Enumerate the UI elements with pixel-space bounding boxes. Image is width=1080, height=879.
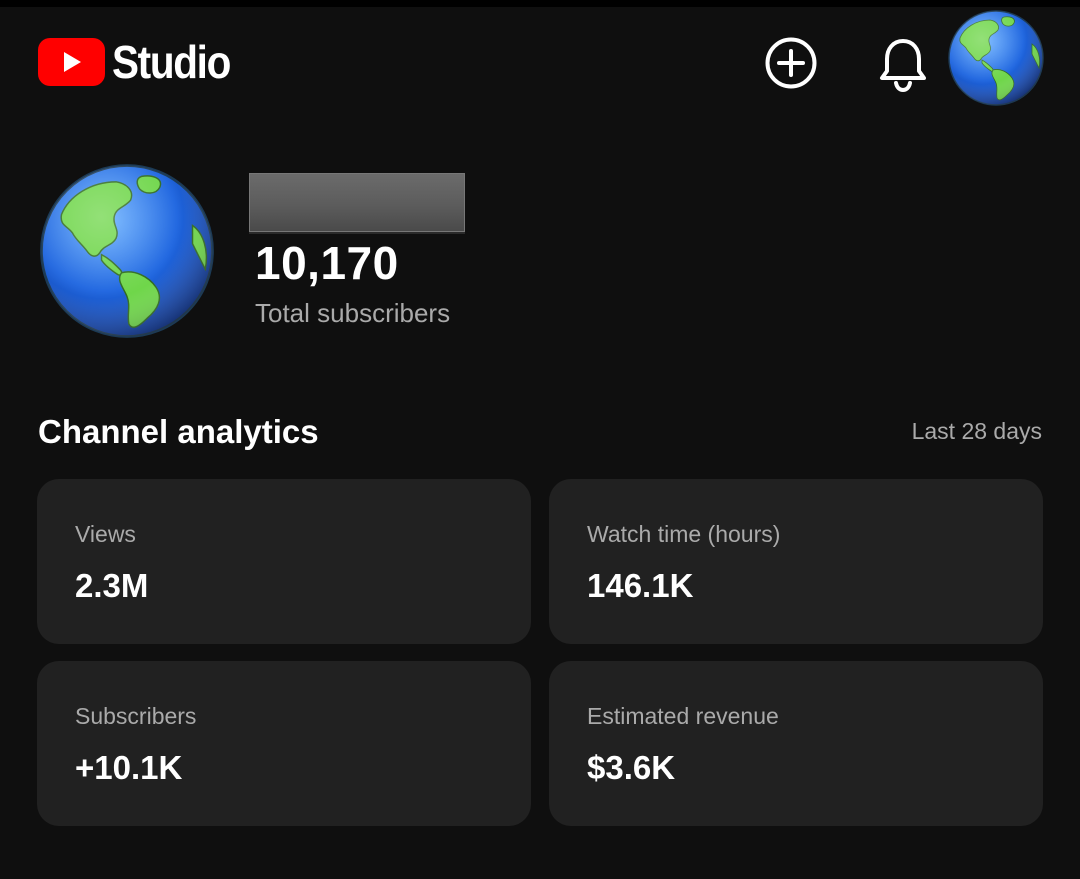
app-header: Studio [0, 7, 1080, 119]
total-subscriber-count: 10,170 [255, 237, 399, 289]
total-subscriber-label: Total subscribers [255, 298, 451, 328]
studio-logo[interactable]: Studio [38, 38, 246, 86]
card-label: Subscribers [75, 703, 197, 729]
card-label: Watch time (hours) [587, 521, 781, 547]
card-value: 146.1K [587, 567, 694, 604]
analytics-date-range[interactable]: Last 28 days [912, 416, 1042, 446]
estimated-revenue-card[interactable]: Estimated revenue $3.6K [549, 661, 1043, 826]
channel-avatar[interactable] [36, 160, 218, 342]
channel-name-redacted [249, 173, 465, 232]
card-value: $3.6K [587, 749, 676, 786]
watch-time-card[interactable]: Watch time (hours) 146.1K [549, 479, 1043, 644]
create-plus-icon[interactable] [764, 36, 818, 90]
channel-analytics-title: Channel analytics [38, 413, 319, 450]
app-name: Studio [112, 36, 231, 88]
views-card[interactable]: Views 2.3M [37, 479, 531, 644]
card-label: Estimated revenue [587, 703, 779, 729]
globe-avatar-icon[interactable] [946, 8, 1046, 108]
subscribers-card[interactable]: Subscribers +10.1K [37, 661, 531, 826]
card-value: +10.1K [75, 749, 183, 786]
bell-icon[interactable] [876, 35, 930, 93]
status-strip [0, 0, 1080, 7]
card-label: Views [75, 521, 136, 547]
youtube-play-icon [38, 38, 105, 86]
card-value: 2.3M [75, 567, 149, 604]
